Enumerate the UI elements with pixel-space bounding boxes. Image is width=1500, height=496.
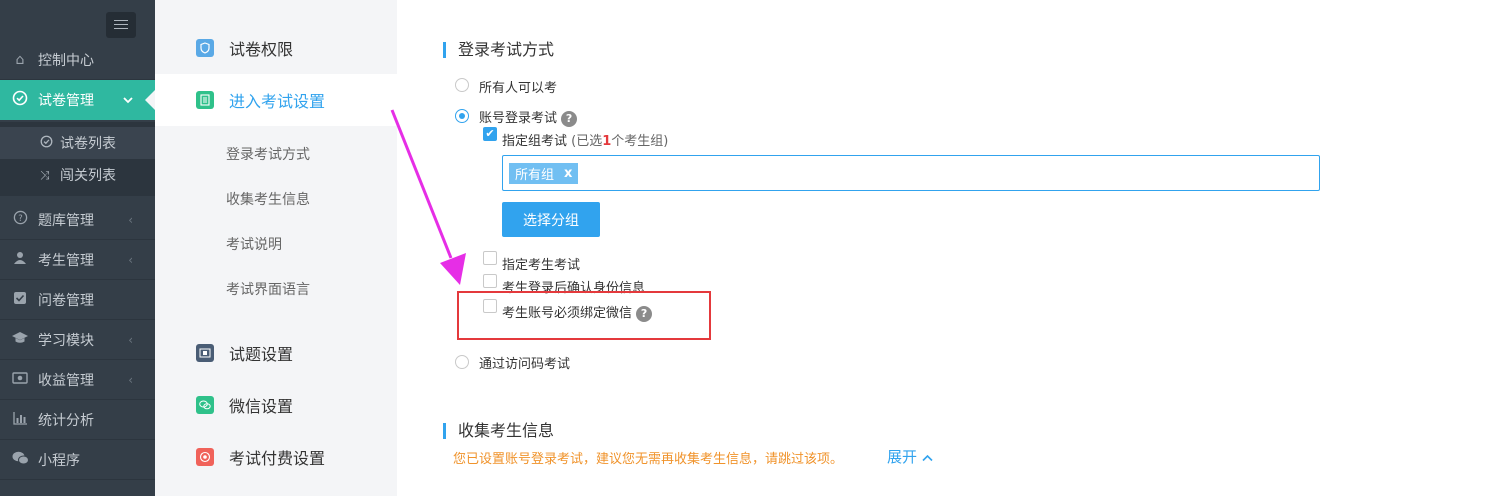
settings-nav-label: 考试付费设置 [229, 449, 326, 468]
sidebar-submenu: 试卷列表 ⤨ 闯关列表 [0, 122, 155, 196]
chevron-up-icon [922, 448, 933, 466]
group-exam-hint-suffix: 个考生组) [611, 134, 669, 149]
group-exam-text: 指定组考试 [502, 134, 568, 149]
graduation-cap-icon [12, 331, 28, 349]
radio-access-code[interactable] [455, 355, 469, 369]
document-icon [196, 91, 214, 109]
group-exam-hint-count: 1 [602, 134, 612, 149]
section-title-collect-info: 收集考生信息 [443, 423, 554, 439]
sidebar-item-label: 控制中心 [38, 52, 94, 69]
checkbox-label-bind-wechat: 考生账号必须绑定微信? [502, 302, 653, 322]
coin-icon [196, 448, 214, 466]
radio-anyone[interactable] [455, 78, 469, 92]
sidebar-item-question-bank[interactable]: ? 题库管理 ‹ [0, 200, 155, 240]
sidebar-item-label: 小程序 [38, 452, 80, 469]
sidebar-subitem-label: 闯关列表 [60, 168, 116, 184]
settings-nav-enter-exam[interactable]: 进入考试设置 [155, 74, 397, 126]
check-circle-icon [12, 90, 28, 110]
sidebar-item-revenue-management[interactable]: 收益管理 ‹ [0, 360, 155, 400]
checkbox-label-group-exam: 指定组考试 (已选1个考生组) [502, 130, 668, 149]
expand-link[interactable]: 展开 [887, 446, 933, 467]
chevron-down-icon [123, 93, 133, 107]
wechat-icon [196, 396, 214, 414]
radio-label-anyone: 所有人可以考 [479, 81, 558, 96]
money-icon [12, 371, 28, 388]
sidebar-item-label: 学习模块 [38, 332, 94, 349]
active-indicator [145, 90, 155, 110]
checkbox-icon [12, 291, 28, 309]
sidebar-item-mini-program[interactable]: 小程序 [0, 440, 155, 480]
settings-nav-exam-permission[interactable]: 试卷权限 [155, 22, 397, 74]
select-group-button[interactable]: 选择分组 [502, 202, 600, 237]
sidebar-subitem-label: 试卷列表 [60, 136, 116, 152]
radio-label-account-login: 账号登录考试? [479, 107, 578, 127]
checkbox-bind-wechat[interactable] [483, 299, 497, 313]
sidebar-item-label: 收益管理 [38, 372, 94, 389]
sidebar: ⌂ 控制中心 试卷管理 试卷列表 ⤨ 闯关列表 ? 题库管理 ‹ 考生管理 ‹ … [0, 0, 155, 496]
tag-remove-button[interactable]: x [564, 166, 572, 181]
checkbox-specific-examinee[interactable] [483, 251, 497, 265]
settings-subnav-login-method[interactable]: 登录考试方式 [226, 144, 310, 164]
svg-text:?: ? [18, 213, 22, 223]
checkbox-label-specific-examinee: 指定考生考试 [502, 258, 581, 273]
sidebar-item-label: 考生管理 [38, 252, 94, 269]
sidebar-item-survey-management[interactable]: 问卷管理 [0, 280, 155, 320]
sidebar-item-exam-management[interactable]: 试卷管理 [0, 80, 155, 120]
settings-nav-payment-settings[interactable]: 考试付费设置 [155, 431, 397, 483]
settings-nav-question-settings[interactable]: 试题设置 [155, 327, 397, 379]
settings-subnav-interface-language[interactable]: 考试界面语言 [226, 279, 310, 299]
settings-nav-label: 试题设置 [229, 345, 294, 364]
bar-chart-icon [12, 411, 28, 429]
expand-label: 展开 [887, 448, 918, 466]
section-title-login-method: 登录考试方式 [443, 42, 554, 58]
group-tag: 所有组 x [509, 163, 579, 184]
chevron-left-icon: ‹ [128, 252, 133, 267]
account-login-text: 账号登录考试 [479, 111, 558, 126]
group-tag-label: 所有组 [515, 168, 555, 183]
menu-toggle-button[interactable] [106, 12, 136, 38]
sidebar-item-dashboard[interactable]: ⌂ 控制中心 [0, 40, 155, 80]
checkbox-confirm-identity[interactable] [483, 274, 497, 288]
bind-wechat-text: 考生账号必须绑定微信 [502, 306, 633, 321]
home-icon: ⌂ [15, 51, 25, 68]
sidebar-item-label: 试卷管理 [38, 93, 94, 109]
sidebar-item-label: 题库管理 [38, 212, 94, 229]
group-tag-input[interactable]: 所有组 x [502, 155, 1320, 191]
checkbox-group-exam[interactable]: ✔ [483, 127, 497, 141]
settings-nav-label: 试卷权限 [229, 40, 294, 59]
question-circle-icon: ? [12, 210, 28, 229]
chevron-left-icon: ‹ [128, 212, 133, 227]
radio-account-login[interactable] [455, 109, 469, 123]
settings-nav-label: 进入考试设置 [229, 92, 326, 111]
settings-nav-wechat-settings[interactable]: 微信设置 [155, 379, 397, 431]
sidebar-subitem-exam-list[interactable]: 试卷列表 [0, 127, 155, 159]
chevron-left-icon: ‹ [128, 332, 133, 347]
settings-subnav-collect-info[interactable]: 收集考生信息 [226, 189, 310, 209]
wechat-icon [12, 451, 29, 469]
group-exam-hint-prefix: (已选 [571, 134, 603, 149]
settings-nav-label: 微信设置 [229, 397, 294, 416]
help-icon[interactable]: ? [561, 110, 578, 127]
sidebar-item-learning-module[interactable]: 学习模块 ‹ [0, 320, 155, 360]
sidebar-item-examinee-management[interactable]: 考生管理 ‹ [0, 240, 155, 280]
sidebar-item-label: 问卷管理 [38, 292, 94, 309]
settings-subnav-exam-instructions[interactable]: 考试说明 [226, 234, 282, 254]
user-icon [12, 251, 28, 269]
radio-label-access-code: 通过访问码考试 [479, 357, 571, 372]
sidebar-item-statistics[interactable]: 统计分析 [0, 400, 155, 440]
shuffle-icon: ⤨ [40, 167, 50, 182]
sidebar-subitem-challenge-list[interactable]: ⤨ 闯关列表 [0, 159, 155, 191]
help-icon[interactable]: ? [636, 305, 653, 322]
shield-icon [196, 39, 214, 57]
sidebar-item-label: 统计分析 [38, 412, 94, 429]
main-content: 登录考试方式 所有人可以考 账号登录考试? ✔ 指定组考试 (已选1个考生组) … [397, 0, 1500, 496]
film-icon [196, 344, 214, 362]
collect-info-notice: 您已设置账号登录考试，建议您无需再收集考生信息，请跳过该项。 [453, 452, 844, 467]
settings-nav: 试卷权限 进入考试设置 登录考试方式 收集考生信息 考试说明 考试界面语言 试题… [155, 0, 397, 496]
check-circle-icon [40, 135, 56, 151]
chevron-left-icon: ‹ [128, 372, 133, 387]
